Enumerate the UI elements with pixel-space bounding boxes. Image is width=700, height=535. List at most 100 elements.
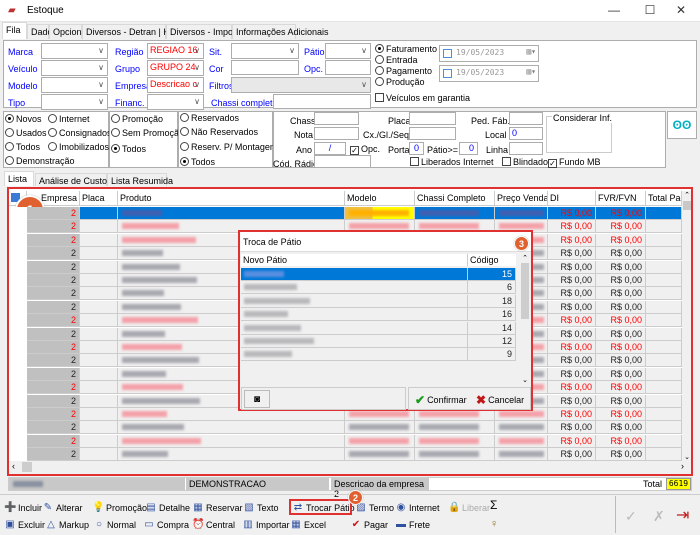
col-codigo[interactable]: Código [468,254,516,266]
radio-todos[interactable]: Todos [5,142,40,152]
patio-name-cell[interactable] [241,294,468,308]
filtros-select[interactable] [231,77,371,93]
texto-button[interactable]: ▧ Texto [243,502,278,514]
frete-button[interactable]: ▬ Frete [395,519,430,531]
radio-promocao[interactable]: Promoção [111,114,163,124]
cell-preco[interactable] [495,434,548,448]
cell-fvr[interactable]: R$ 0,00 [596,233,646,247]
opc-input[interactable] [325,60,371,75]
radio-internet[interactable]: Internet [48,114,90,124]
cell-total-pag[interactable] [646,207,682,220]
cell-placa[interactable] [80,220,118,234]
cell-produto[interactable] [118,207,345,220]
cell-fvr[interactable]: R$ 0,00 [596,421,646,435]
scroll-up-arrow[interactable]: ⌃ [682,191,691,199]
cell-fvr[interactable]: R$ 0,00 [596,448,646,462]
placa-input[interactable] [409,112,456,125]
radio-promo-todos[interactable]: Todos [111,144,146,154]
cell-total-pag[interactable] [646,247,682,261]
cell-total-pag[interactable] [646,354,682,368]
row-indicator[interactable] [9,247,27,261]
col-di[interactable]: DI [548,191,596,206]
liberar-button[interactable]: 🔒 Liberar [448,502,490,514]
alterar-button[interactable]: ✎ Alterar [42,502,83,514]
dialog-scrollbar[interactable]: ⌃ ⌄ [519,254,531,384]
date-from-picker[interactable]: 19/05/2023 ▥▾ [439,45,539,62]
row-indicator[interactable] [9,300,27,314]
cell-total-pag[interactable] [646,434,682,448]
patio-name-cell[interactable] [241,281,468,295]
date-to-picker[interactable]: 19/05/2023 ▥▾ [439,65,539,82]
cell-modelo[interactable] [345,448,415,462]
cell-di[interactable]: R$ 0,00 [548,341,596,354]
cell-placa[interactable] [80,448,118,462]
cell-di[interactable]: R$ 0,00 [548,408,596,421]
confirmar-button[interactable]: ✔ Confirmar [415,393,467,407]
cell-total-pag[interactable] [646,233,682,247]
cell-di[interactable]: R$ 0,00 [548,354,596,368]
cell-empresa[interactable]: 2 [27,408,80,421]
cell-total-pag[interactable] [646,367,682,381]
tab-dados[interactable]: Dados [27,24,57,39]
nota-input[interactable] [314,127,359,140]
row-indicator[interactable] [9,434,27,448]
cell-empresa[interactable]: 2 [27,381,80,395]
cell-di[interactable]: R$ 0,00 [548,287,596,301]
porta-input[interactable]: 0 [409,142,424,155]
central-button[interactable]: ⏰ Central [192,519,235,531]
row-indicator[interactable] [9,287,27,301]
cell-di[interactable]: R$ 0,00 [548,247,596,261]
col-placa[interactable]: Placa [80,191,118,206]
promocao-button[interactable]: 💡 Promoção [92,502,147,514]
liberados-internet-checkbox[interactable]: Liberados Internet [410,157,494,167]
row-indicator[interactable] [9,207,27,220]
cell-di[interactable]: R$ 0,00 [548,314,596,328]
cell-empresa[interactable]: 2 [27,394,80,408]
cell-placa[interactable] [80,381,118,395]
cell-modelo[interactable] [345,421,415,435]
tab-diversos-detran[interactable]: Diversos - Detran | Hold Back [82,24,204,39]
cell-total-pag[interactable] [646,300,682,314]
cell-total-pag[interactable] [646,381,682,395]
importar-button[interactable]: ▥ Importar [242,519,289,531]
cell-di[interactable]: R$ 0,00 [548,300,596,314]
radio-reserva-todos[interactable]: Todos [180,157,215,167]
cell-placa[interactable] [80,287,118,301]
radio-reservados[interactable]: Reservados [180,113,239,123]
cell-total-pag[interactable] [646,327,682,341]
excel-button[interactable]: ▦ Excel [290,519,326,531]
excluir-button[interactable]: ▣ Excluir [4,519,45,531]
cell-produto[interactable] [118,434,345,448]
incluir-button[interactable]: ➕ Incluir [4,502,42,514]
cell-placa[interactable] [80,327,118,341]
radio-novos[interactable]: Novos [5,114,42,124]
cell-di[interactable]: R$ 0,00 [548,394,596,408]
tab-diversos-importados[interactable]: Diversos - Importados [166,24,258,39]
cell-placa[interactable] [80,394,118,408]
cell-placa[interactable] [80,233,118,247]
row-indicator[interactable] [9,274,27,287]
cell-total-pag[interactable] [646,260,682,274]
patio-name-cell[interactable] [241,268,468,281]
cell-placa[interactable] [80,207,118,220]
fundo-mb-checkbox[interactable]: ✓ Fundo MB [548,157,601,168]
patio-ge-input[interactable]: 0 [459,142,478,155]
tipo-select[interactable] [41,94,108,110]
modelo-select[interactable] [41,77,108,93]
financ-select[interactable] [147,94,204,110]
radio-reserv-montagem[interactable]: Reserv. P/ Montagem [180,142,277,152]
cell-placa[interactable] [80,367,118,381]
cell-empresa[interactable]: 2 [27,354,80,368]
row-indicator[interactable] [9,421,27,435]
col-produto[interactable]: Produto [118,191,345,206]
cell-total-pag[interactable] [646,220,682,234]
cell-fvr[interactable]: R$ 0,00 [596,300,646,314]
exit-button[interactable]: ⇥ [676,505,689,525]
cell-fvr[interactable]: R$ 0,00 [596,220,646,234]
garantia-checkbox[interactable]: Veículos em garantia [375,93,470,103]
cell-fvr[interactable]: R$ 0,00 [596,354,646,368]
chassi-completo-label[interactable]: Chassi completo [211,98,278,108]
cell-total-pag[interactable] [646,421,682,435]
subtab-lista[interactable]: Lista [4,171,34,186]
radio-sem-promocao[interactable]: Sem Promoção [111,128,184,138]
